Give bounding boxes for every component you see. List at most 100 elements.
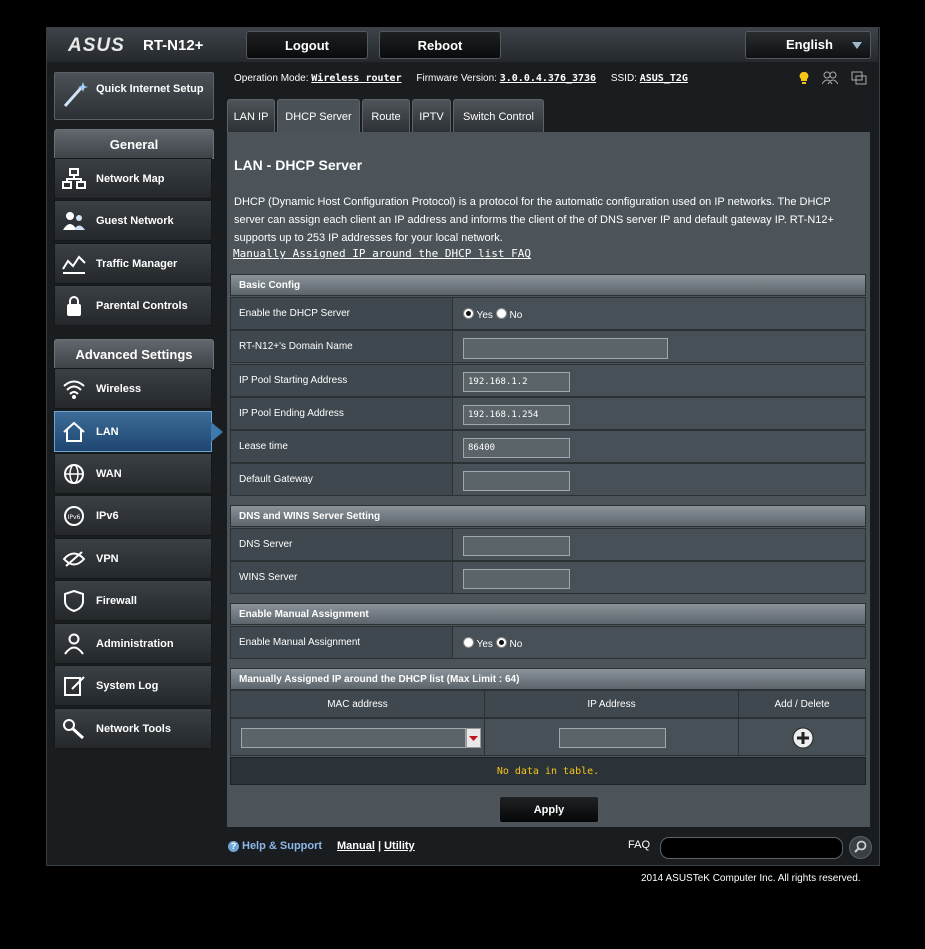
tab-switch-control[interactable]: Switch Control bbox=[453, 99, 544, 133]
no-label: No bbox=[509, 310, 523, 321]
sidebar-item-label: System Log bbox=[96, 680, 159, 692]
ip-address-input[interactable] bbox=[559, 728, 666, 748]
quick-internet-setup-button[interactable]: Quick Internet Setup bbox=[54, 72, 214, 120]
manual-assignment-row: Enable Manual Assignment Yes No bbox=[230, 626, 866, 659]
apply-button[interactable]: Apply bbox=[499, 796, 599, 823]
sidebar-item-traffic-manager[interactable]: Traffic Manager bbox=[54, 243, 212, 284]
lan-home-icon bbox=[63, 421, 85, 442]
sidebar-item-wan[interactable]: WAN bbox=[54, 453, 212, 494]
mac-address-input[interactable] bbox=[241, 728, 466, 748]
lease-time-row: Lease time bbox=[230, 430, 866, 463]
lease-time-input[interactable] bbox=[463, 438, 570, 458]
status-bar: Operation Mode: Wireless router Firmware… bbox=[234, 73, 688, 84]
sidebar-item-firewall[interactable]: Firewall bbox=[54, 580, 212, 621]
sidebar-item-ipv6[interactable]: IPv6 IPv6 bbox=[54, 495, 212, 536]
wins-server-label: WINS Server bbox=[231, 562, 453, 593]
footer-links: Manual | Utility bbox=[337, 840, 415, 852]
faq-search-button[interactable] bbox=[849, 836, 872, 859]
default-gateway-row: Default Gateway bbox=[230, 463, 866, 496]
sidebar-item-label: Network Map bbox=[96, 173, 165, 185]
domain-name-input[interactable] bbox=[463, 338, 668, 359]
mac-address-column-header: MAC address bbox=[230, 690, 485, 718]
dns-server-input[interactable] bbox=[463, 536, 570, 556]
sidebar-item-label: WAN bbox=[96, 468, 122, 480]
mac-dropdown-button[interactable] bbox=[466, 728, 481, 748]
reboot-button[interactable]: Reboot bbox=[379, 31, 501, 59]
quick-setup-label: Quick Internet Setup bbox=[96, 83, 204, 95]
administration-icon bbox=[64, 633, 84, 655]
basic-config-header: Basic Config bbox=[230, 274, 866, 296]
ip-pool-end-input[interactable] bbox=[463, 405, 570, 425]
ssid-link[interactable]: ASUS_T2G bbox=[640, 73, 688, 84]
page-title: LAN - DHCP Server bbox=[234, 157, 363, 173]
advanced-settings-header: Advanced Settings bbox=[54, 339, 214, 369]
firmware-link[interactable]: 3.0.0.4.376_3736 bbox=[500, 73, 596, 84]
link-separator: | bbox=[377, 840, 382, 852]
copyright-text: 2014 ASUSTeK Computer Inc. All rights re… bbox=[641, 873, 861, 884]
lease-time-label: Lease time bbox=[231, 431, 453, 462]
enable-dhcp-row: Enable the DHCP Server Yes No bbox=[230, 297, 866, 330]
add-delete-cell bbox=[738, 718, 866, 756]
help-support-link[interactable]: ? Help & Support bbox=[228, 840, 322, 852]
dns-server-row: DNS Server bbox=[230, 528, 866, 561]
ip-address-cell bbox=[484, 718, 739, 756]
wireless-icon bbox=[63, 380, 85, 399]
wins-server-input[interactable] bbox=[463, 569, 570, 589]
sidebar-item-parental-controls[interactable]: Parental Controls bbox=[54, 285, 212, 326]
chevron-down-icon bbox=[852, 42, 862, 49]
dropdown-arrow-icon bbox=[469, 736, 478, 741]
enable-dhcp-no-radio[interactable] bbox=[495, 308, 507, 319]
ip-address-column-header: IP Address bbox=[484, 690, 739, 718]
sidebar-item-lan[interactable]: LAN bbox=[54, 411, 223, 452]
tab-iptv[interactable]: IPTV bbox=[412, 99, 451, 133]
sidebar-item-system-log[interactable]: System Log bbox=[54, 665, 212, 706]
domain-name-row: RT-N12+'s Domain Name bbox=[230, 330, 866, 363]
sidebar-item-label: Firewall bbox=[96, 595, 137, 607]
faq-search-input[interactable] bbox=[660, 837, 843, 859]
usb-devices-icon[interactable] bbox=[851, 71, 867, 85]
default-gateway-input[interactable] bbox=[463, 471, 570, 491]
firmware-label: Firmware Version: bbox=[416, 73, 497, 84]
traffic-manager-icon bbox=[62, 255, 86, 274]
sidebar-item-guest-network[interactable]: Guest Network bbox=[54, 200, 212, 241]
manual-link[interactable]: Manual bbox=[337, 840, 375, 852]
manual-assignment-no-radio[interactable] bbox=[495, 637, 507, 648]
lightbulb-icon[interactable] bbox=[798, 71, 810, 85]
ip-pool-start-row: IP Pool Starting Address bbox=[230, 364, 866, 397]
enable-dhcp-yes-radio[interactable] bbox=[463, 308, 474, 319]
add-plus-icon[interactable] bbox=[792, 727, 814, 749]
model-name: RT-N12+ bbox=[143, 37, 204, 54]
tab-lan-ip[interactable]: LAN IP bbox=[227, 99, 275, 133]
language-select[interactable]: English bbox=[745, 31, 871, 59]
parental-controls-icon bbox=[67, 296, 81, 316]
ip-pool-start-input[interactable] bbox=[463, 372, 570, 392]
status-icons bbox=[798, 71, 875, 90]
sidebar-item-label: Traffic Manager bbox=[96, 258, 178, 270]
sidebar-item-administration[interactable]: Administration bbox=[54, 623, 212, 664]
clients-icon[interactable] bbox=[822, 71, 839, 85]
logout-button[interactable]: Logout bbox=[246, 31, 368, 59]
sidebar-item-vpn[interactable]: VPN bbox=[54, 538, 212, 579]
tab-dhcp-server[interactable]: DHCP Server bbox=[277, 99, 360, 133]
utility-link[interactable]: Utility bbox=[384, 840, 415, 852]
sidebar-item-label: LAN bbox=[96, 426, 119, 438]
sidebar-item-network-tools[interactable]: Network Tools bbox=[54, 708, 212, 749]
language-value: English bbox=[786, 37, 833, 52]
ip-pool-end-row: IP Pool Ending Address bbox=[230, 397, 866, 430]
manual-assignment-yes-radio[interactable] bbox=[463, 637, 474, 648]
page-description: DHCP (Dynamic Host Configuration Protoco… bbox=[234, 196, 834, 244]
tab-route[interactable]: Route bbox=[362, 99, 410, 133]
help-icon: ? bbox=[228, 841, 239, 852]
faq-link[interactable]: Manually Assigned IP around the DHCP lis… bbox=[233, 247, 531, 260]
help-support-label: Help & Support bbox=[242, 840, 323, 852]
sidebar-item-network-map[interactable]: Network Map bbox=[54, 158, 212, 199]
wan-globe-icon bbox=[64, 464, 84, 484]
system-log-icon bbox=[64, 676, 85, 696]
dns-server-label: DNS Server bbox=[231, 529, 453, 560]
sidebar-item-wireless[interactable]: Wireless bbox=[54, 368, 212, 409]
op-mode-link[interactable]: Wireless router bbox=[311, 73, 401, 84]
sidebar-item-label: Administration bbox=[96, 638, 174, 650]
no-label: No bbox=[509, 639, 523, 650]
wins-server-row: WINS Server bbox=[230, 561, 866, 594]
no-data-message: No data in table. bbox=[230, 757, 866, 785]
